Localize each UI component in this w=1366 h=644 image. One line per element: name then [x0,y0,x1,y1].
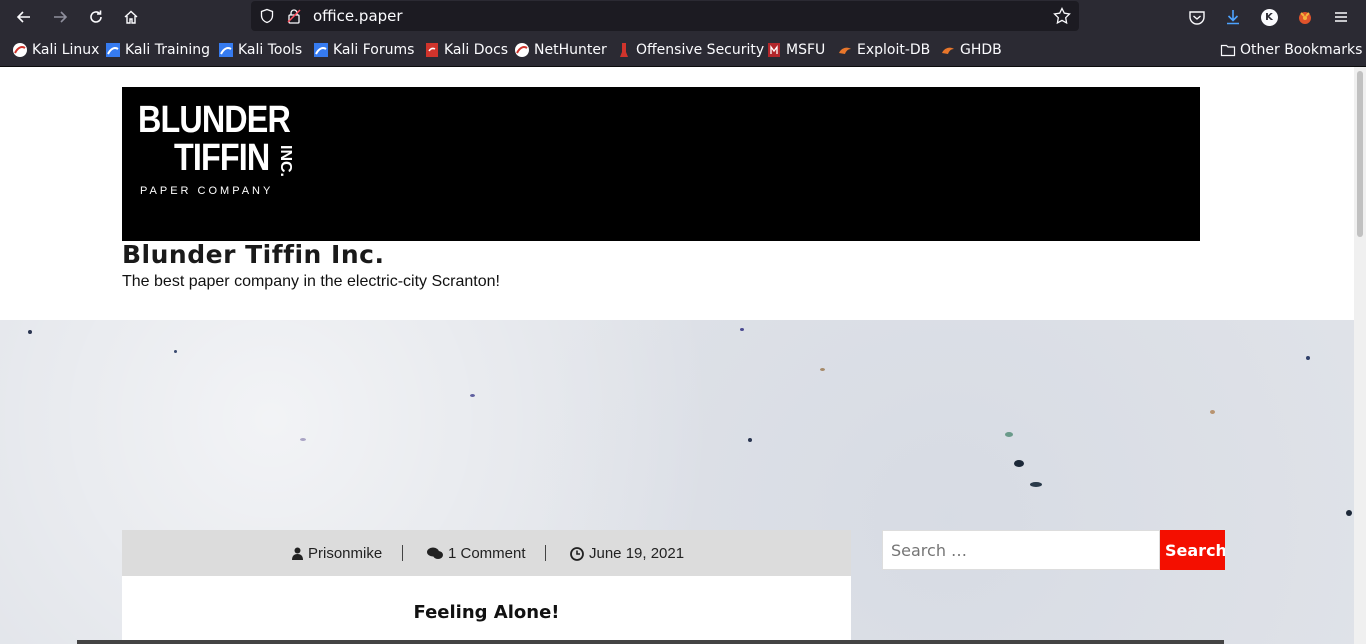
bookmark-kali-tools[interactable]: Kali Tools [218,42,302,58]
exploitdb-icon [837,42,853,58]
downloads-icon[interactable] [1221,5,1245,29]
kali-tools-icon [218,42,234,58]
forward-icon[interactable] [47,5,73,29]
bookmark-star-icon[interactable] [1052,6,1072,26]
meta-divider [402,545,403,561]
browser-toolbar: office.paper K [0,0,1366,34]
bookmark-offensive-security[interactable]: Offensive Security [616,42,764,58]
comments-icon [427,547,443,560]
bookmark-kali-training[interactable]: Kali Training [105,42,210,58]
bookmark-exploit-db[interactable]: Exploit-DB [837,42,930,58]
search-input[interactable] [882,530,1160,570]
site-logo[interactable]: BLUNDER TIFFIN INC. PAPER COMPANY [138,101,317,197]
post-author[interactable]: Prisonmike [292,545,382,562]
page-viewport: BLUNDER TIFFIN INC. PAPER COMPANY Blunde… [0,67,1354,644]
user-icon [292,547,303,560]
msfu-icon [766,42,782,58]
post-date[interactable]: June 19, 2021 [570,545,684,562]
extension-icon[interactable] [1293,5,1317,29]
post-comments[interactable]: 1 Comment [427,545,526,562]
kali-docs-icon [424,42,440,58]
kali-training-icon [105,42,121,58]
page-scrollbar[interactable] [1354,67,1366,644]
bookmark-kali-linux[interactable]: Kali Linux [12,42,99,58]
nethunter-icon [514,42,530,58]
post-title[interactable]: Feeling Alone! [122,602,851,623]
url-bar[interactable]: office.paper [251,1,1079,31]
post-card: Feeling Alone! [122,576,851,644]
back-icon[interactable] [11,5,37,29]
offsec-icon [616,42,632,58]
bookmark-msfu[interactable]: MSFU [766,42,825,58]
pocket-icon[interactable] [1185,5,1209,29]
search-button[interactable]: Search [1160,530,1225,570]
bookmark-kali-docs[interactable]: Kali Docs [424,42,508,58]
menu-icon[interactable] [1329,5,1353,29]
meta-divider [545,545,546,561]
home-icon[interactable] [118,5,144,29]
shield-icon[interactable] [257,6,277,26]
ghdb-icon [940,42,956,58]
clock-icon [570,546,584,561]
bookmarks-toolbar: Kali Linux Kali Training Kali Tools Kali… [0,34,1366,67]
kali-icon [12,42,28,58]
insecure-lock-icon[interactable] [284,6,304,26]
kali-forums-icon [313,42,329,58]
site-title[interactable]: Blunder Tiffin Inc. [122,240,384,269]
bookmark-ghdb[interactable]: GHDB [940,42,1002,58]
site-description: The best paper company in the electric-c… [122,273,500,290]
bookmark-kali-forums[interactable]: Kali Forums [313,42,414,58]
folder-icon [1220,42,1236,58]
url-text[interactable]: office.paper [313,7,403,25]
bookmark-nethunter[interactable]: NetHunter [514,42,607,58]
other-bookmarks[interactable]: Other Bookmarks [1220,42,1362,58]
account-avatar[interactable]: K [1257,5,1281,29]
reload-icon[interactable] [83,5,109,29]
content-bottom-edge [77,640,1224,644]
account-initial: K [1260,8,1278,26]
scrollbar-thumb[interactable] [1357,71,1363,237]
header-banner: BLUNDER TIFFIN INC. PAPER COMPANY [122,87,1200,241]
post-meta-bar: Prisonmike 1 Comment June 19, 2021 [122,530,851,576]
